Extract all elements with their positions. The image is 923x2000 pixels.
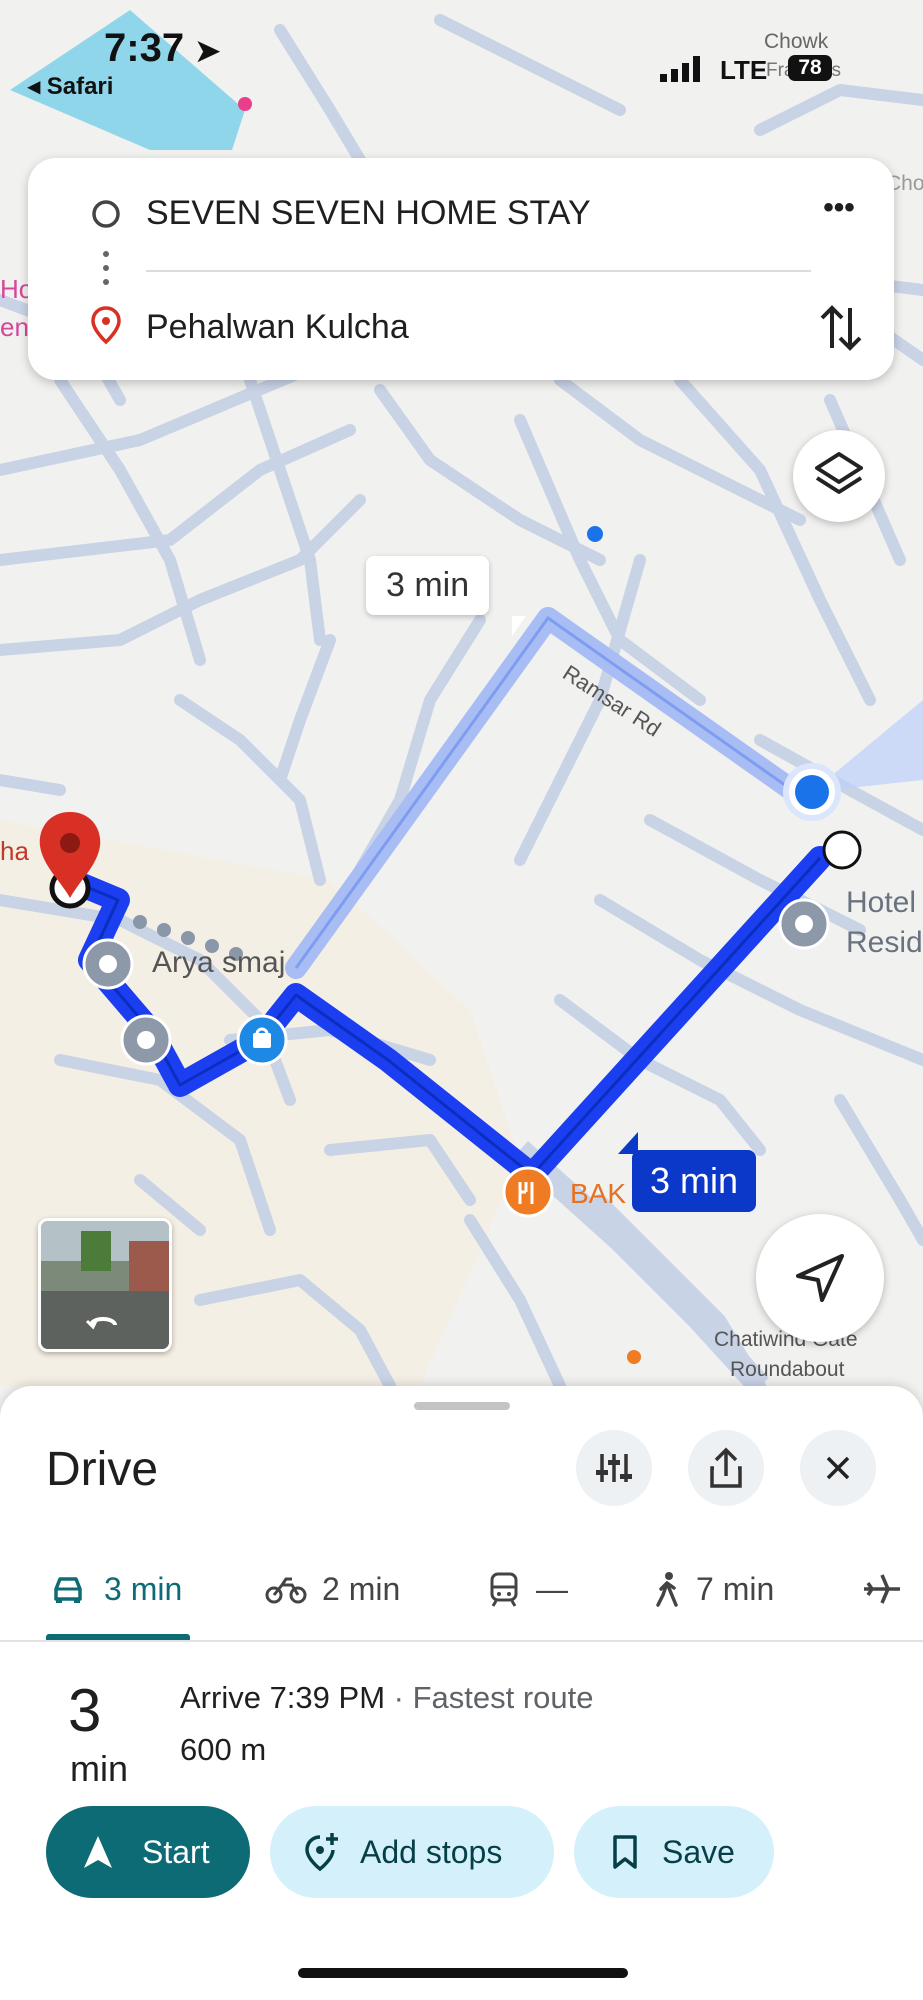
add-location-icon (305, 1833, 338, 1872)
field-divider (146, 270, 811, 272)
start-button[interactable]: Start (46, 1806, 250, 1898)
layers-button[interactable] (793, 430, 885, 522)
tune-icon (596, 1454, 632, 1482)
route-note: · Fastest route (393, 1680, 594, 1715)
add-stops-button[interactable]: Add stops (270, 1806, 554, 1898)
layers-icon (815, 452, 863, 494)
route-options-button[interactable] (576, 1430, 652, 1506)
tab-transit[interactable]: — (488, 1564, 568, 1614)
duration-unit: min (70, 1748, 129, 1789)
travel-mode-tabs: 3 min 2 min — 7 min (0, 1528, 923, 1638)
bookmark-icon (613, 1835, 637, 1869)
route-distance: 600 m (180, 1732, 267, 1767)
directions-card: SEVEN SEVEN HOME STAY Pehalwan Kulcha ••… (28, 158, 894, 380)
duration-value: 3 (68, 1677, 102, 1744)
plane-icon (864, 1574, 900, 1604)
walk-icon (656, 1572, 678, 1607)
network-type: LTE (720, 55, 768, 85)
tab-motorbike[interactable]: 2 min (264, 1564, 400, 1614)
location-arrow-icon: ➤ (195, 35, 221, 68)
car-icon (54, 1577, 82, 1603)
status-time: 7:37 ➤ (104, 26, 221, 70)
train-icon (490, 1572, 518, 1607)
save-button[interactable]: Save (574, 1806, 774, 1898)
eta-bubble-selected-tail (618, 1132, 638, 1154)
eta-bubble-selected[interactable]: 3 min (632, 1150, 757, 1212)
recenter-button[interactable] (756, 1214, 884, 1342)
share-icon (710, 1447, 742, 1488)
share-button[interactable] (688, 1430, 764, 1506)
sheet-title: Drive (46, 1443, 159, 1496)
tabs-divider (0, 1640, 923, 1642)
street-view-image (41, 1221, 169, 1349)
navigation-start-icon (84, 1836, 112, 1868)
signal-icon (660, 56, 700, 82)
arrival-info: Arrive 7:39 PM · Fastest route (180, 1680, 594, 1715)
back-to-safari[interactable]: ◂ Safari (28, 72, 113, 101)
swap-icon[interactable] (816, 298, 866, 358)
start-button-label: Start (142, 1833, 210, 1870)
origin-field[interactable]: SEVEN SEVEN HOME STAY (146, 194, 591, 233)
save-button-label: Save (662, 1833, 735, 1870)
directions-bottom-sheet: Drive 3 min 2 min — 7 min 3 min Arrive 7… (0, 1386, 923, 2000)
street-view-thumbnail[interactable] (38, 1218, 172, 1352)
add-stops-label: Add stops (360, 1833, 503, 1870)
navigation-arrow-icon (796, 1254, 844, 1302)
tab-walk[interactable]: 7 min (652, 1564, 774, 1614)
dots-connector-icon (103, 251, 109, 285)
battery-icon: 78 (788, 55, 832, 81)
eta-bubble-alternate[interactable]: 3 min (366, 556, 490, 615)
sheet-grabber[interactable] (414, 1402, 510, 1410)
close-button[interactable] (800, 1430, 876, 1506)
eta-bubble-alternate-tail (512, 616, 526, 636)
tab-motorbike-label: 2 min (322, 1570, 401, 1607)
tab-flight[interactable] (862, 1564, 902, 1614)
home-indicator[interactable] (298, 1968, 628, 1978)
more-options-icon[interactable]: ••• (814, 188, 864, 238)
origin-circle-icon (92, 200, 120, 228)
destination-field[interactable]: Pehalwan Kulcha (146, 308, 409, 347)
tab-drive[interactable]: 3 min (50, 1564, 182, 1614)
tab-drive-label: 3 min (104, 1570, 183, 1607)
tab-walk-label: 7 min (696, 1570, 775, 1607)
motorbike-icon (265, 1577, 307, 1604)
tab-transit-label: — (536, 1570, 568, 1607)
close-icon (826, 1456, 850, 1480)
destination-pin-icon (91, 306, 121, 345)
